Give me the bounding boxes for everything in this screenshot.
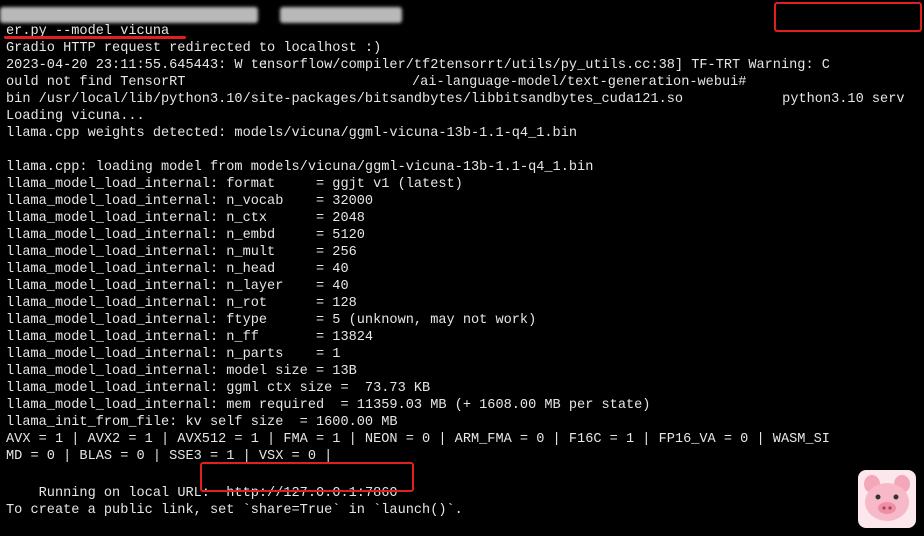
- terminal-output-line: llama_init_from_file: kv self size = 160…: [6, 415, 398, 430]
- terminal-output-line: AVX = 1 | AVX2 = 1 | AVX512 = 1 | FMA = …: [6, 432, 830, 447]
- terminal-output-line: ould not find TensorRT: [6, 75, 186, 90]
- terminal-output-line: llama_model_load_internal: ftype = 5 (un…: [6, 313, 537, 328]
- terminal-output-line: llama.cpp weights detected: models/vicun…: [6, 126, 578, 141]
- terminal-output-line: bin /usr/local/lib/python3.10/site-packa…: [6, 92, 684, 107]
- command-highlight-box: [774, 2, 922, 32]
- terminal-prompt-line: : /ai-language-model/text-generation-web…: [0, 6, 905, 107]
- terminal-output-line: llama_model_load_internal: n_head = 40: [6, 262, 349, 277]
- redacted-user-host: [0, 7, 258, 23]
- pig-face-icon: [858, 470, 916, 528]
- terminal-output-line: llama_model_load_internal: n_ff = 13824: [6, 330, 374, 345]
- terminal-window[interactable]: : /ai-language-model/text-generation-web…: [0, 0, 924, 536]
- terminal-output-line: llama_model_load_internal: model size = …: [6, 364, 357, 379]
- public-link-hint: To create a public link, set `share=True…: [6, 503, 463, 518]
- url-highlight-box: [200, 462, 414, 492]
- terminal-output-line: llama.cpp: loading model from models/vic…: [6, 160, 594, 175]
- redacted-path-segment: [280, 7, 402, 23]
- terminal-output-line: llama_model_load_internal: n_parts = 1: [6, 347, 341, 362]
- prompt-path: /ai-language-model/text-generation-webui…: [412, 75, 747, 90]
- terminal-output-line: Loading vicuna...: [6, 109, 145, 124]
- terminal-output-line: Gradio HTTP request redirected to localh…: [6, 41, 382, 56]
- terminal-output-line: llama_model_load_internal: n_vocab = 320…: [6, 194, 374, 209]
- command-underline: [4, 36, 186, 39]
- terminal-output-line: llama_model_load_internal: ggml ctx size…: [6, 381, 431, 396]
- terminal-output-line: llama_model_load_internal: n_mult = 256: [6, 245, 357, 260]
- terminal-output-line: llama_model_load_internal: n_embd = 5120: [6, 228, 365, 243]
- terminal-output-line: llama_model_load_internal: n_layer = 40: [6, 279, 349, 294]
- terminal-output-line: llama_model_load_internal: n_ctx = 2048: [6, 211, 365, 226]
- command-text: python3.10 serv: [774, 92, 905, 107]
- running-label: Running on local URL:: [38, 486, 227, 501]
- terminal-output-line: llama_model_load_internal: mem required …: [6, 398, 651, 413]
- terminal-output-line: 2023-04-20 23:11:55.645443: W tensorflow…: [6, 58, 830, 73]
- terminal-output-line: llama_model_load_internal: format = ggjt…: [6, 177, 463, 192]
- terminal-output-line: llama_model_load_internal: n_rot = 128: [6, 296, 357, 311]
